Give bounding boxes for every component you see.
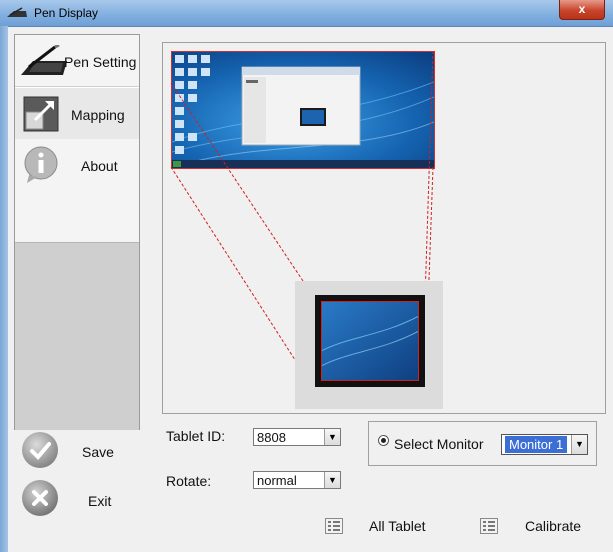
sidebar-empty-area (15, 242, 139, 430)
chevron-down-icon[interactable]: ▼ (324, 472, 340, 488)
mapping-preview (162, 42, 606, 414)
all-tablet-button[interactable]: All Tablet (369, 518, 426, 534)
window-frame (0, 26, 8, 552)
tablet-screen (315, 295, 425, 387)
window-title: Pen Display (34, 6, 99, 20)
sidebar-item-mapping[interactable]: Mapping (15, 87, 139, 140)
pen-display-window: Pen Display x Pen Setting Mapping About … (0, 0, 613, 552)
info-icon (24, 146, 58, 183)
sidebar-item-label: Mapping (71, 107, 125, 123)
checkmark-icon (30, 442, 51, 460)
calibrate-button[interactable]: Calibrate (525, 518, 581, 534)
exit-icon[interactable] (22, 480, 58, 516)
tablet-id-label: Tablet ID: (166, 428, 226, 444)
sidebar: Pen Setting Mapping About (14, 34, 140, 430)
select-monitor-group: Select Monitor Monitor 1 ▼ (368, 421, 597, 466)
tablet-wallpaper (321, 301, 419, 381)
pen-tablet-icon (7, 7, 27, 17)
exit-button[interactable]: Exit (88, 493, 111, 509)
title-bar[interactable]: Pen Display x (0, 0, 613, 27)
sidebar-item-about[interactable]: About (15, 139, 139, 190)
mapping-icon (23, 96, 59, 132)
chevron-down-icon[interactable]: ▼ (571, 435, 587, 454)
sidebar-item-label: About (81, 158, 118, 174)
close-x-icon (32, 490, 48, 506)
radio-button[interactable] (378, 435, 389, 446)
desktop-screen-preview (171, 51, 435, 169)
rotate-label: Rotate: (166, 473, 212, 489)
sidebar-item-pen-setting[interactable]: Pen Setting (15, 35, 139, 87)
rotate-select[interactable]: normal ▼ (253, 471, 341, 489)
tablet-preview (295, 281, 443, 409)
tablet-active-area[interactable] (321, 301, 419, 381)
rotate-value: normal (257, 473, 297, 488)
monitor-value: Monitor 1 (505, 436, 568, 453)
list-icon[interactable] (480, 518, 498, 534)
monitor-select[interactable]: Monitor 1 ▼ (501, 434, 588, 455)
chevron-down-icon[interactable]: ▼ (324, 429, 340, 445)
desktop-wallpaper (172, 52, 434, 168)
sidebar-item-label: Pen Setting (64, 54, 137, 70)
save-button[interactable]: Save (82, 444, 114, 460)
save-icon[interactable] (22, 432, 58, 468)
list-icon[interactable] (325, 518, 343, 534)
close-button[interactable]: x (559, 0, 605, 20)
tablet-id-select[interactable]: 8808 ▼ (253, 428, 341, 446)
select-monitor-label[interactable]: Select Monitor (394, 436, 483, 452)
tablet-id-value: 8808 (257, 430, 286, 445)
